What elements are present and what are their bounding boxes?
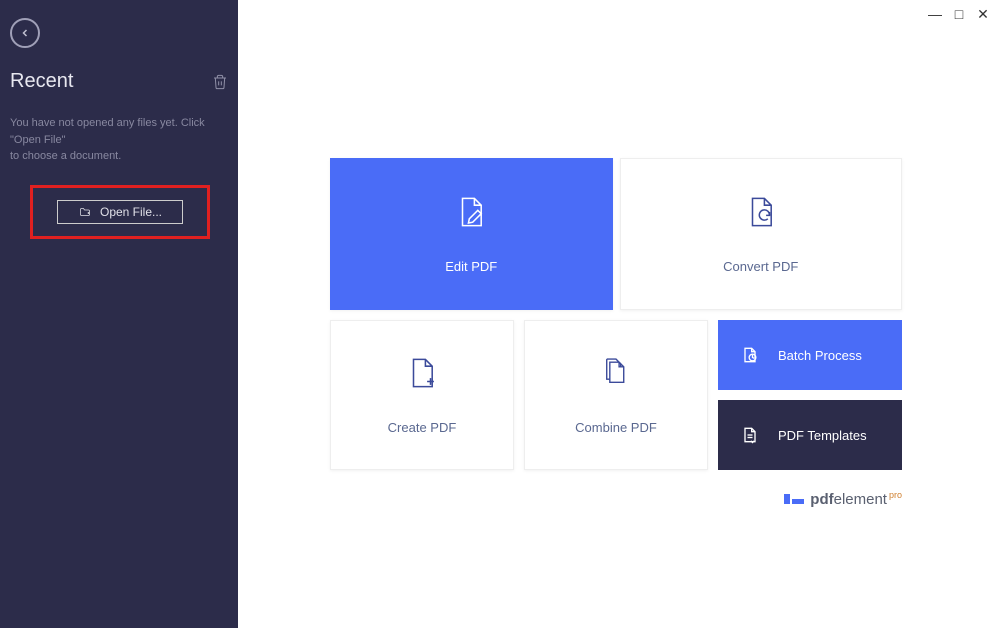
chevron-left-icon: [19, 27, 31, 39]
brand-mark-icon: [784, 494, 804, 504]
create-pdf-label: Create PDF: [388, 420, 457, 435]
edit-pdf-label: Edit PDF: [445, 259, 497, 274]
open-file-highlight: Open File...: [30, 185, 210, 239]
create-pdf-icon: [405, 356, 439, 390]
batch-process-label: Batch Process: [778, 348, 862, 363]
brand-suffix: element: [834, 491, 887, 508]
window-minimize[interactable]: —: [928, 6, 942, 23]
edit-pdf-icon: [454, 195, 488, 229]
convert-pdf-icon: [744, 195, 778, 229]
back-button[interactable]: [10, 18, 40, 48]
convert-pdf-label: Convert PDF: [723, 259, 798, 274]
open-file-label: Open File...: [100, 205, 162, 219]
combine-pdf-icon: [599, 356, 633, 390]
open-file-button[interactable]: Open File...: [57, 200, 183, 224]
edit-pdf-tile[interactable]: Edit PDF: [330, 158, 613, 310]
folder-icon: [78, 206, 92, 218]
combine-pdf-label: Combine PDF: [575, 420, 657, 435]
create-pdf-tile[interactable]: Create PDF: [330, 320, 514, 470]
recent-title: Recent: [10, 70, 73, 93]
trash-icon[interactable]: [212, 73, 228, 91]
pdf-templates-label: PDF Templates: [778, 428, 867, 443]
pdf-templates-tile[interactable]: PDF Templates: [718, 400, 902, 470]
window-close[interactable]: ✕: [976, 6, 990, 23]
brand-prefix: pdf: [810, 491, 833, 508]
combine-pdf-tile[interactable]: Combine PDF: [524, 320, 708, 470]
sidebar: Recent You have not opened any files yet…: [0, 0, 238, 628]
main: Edit PDF Convert PDF C: [238, 0, 1000, 628]
recent-hint: You have not opened any files yet. Click…: [10, 115, 228, 165]
window-maximize[interactable]: □: [952, 6, 966, 23]
brand-logo: pdfelementpro: [784, 490, 902, 508]
pdf-templates-icon: [740, 425, 760, 445]
convert-pdf-tile[interactable]: Convert PDF: [620, 158, 903, 310]
batch-process-tile[interactable]: Batch Process: [718, 320, 902, 390]
batch-process-icon: [740, 345, 760, 365]
brand-pro: pro: [889, 490, 902, 500]
